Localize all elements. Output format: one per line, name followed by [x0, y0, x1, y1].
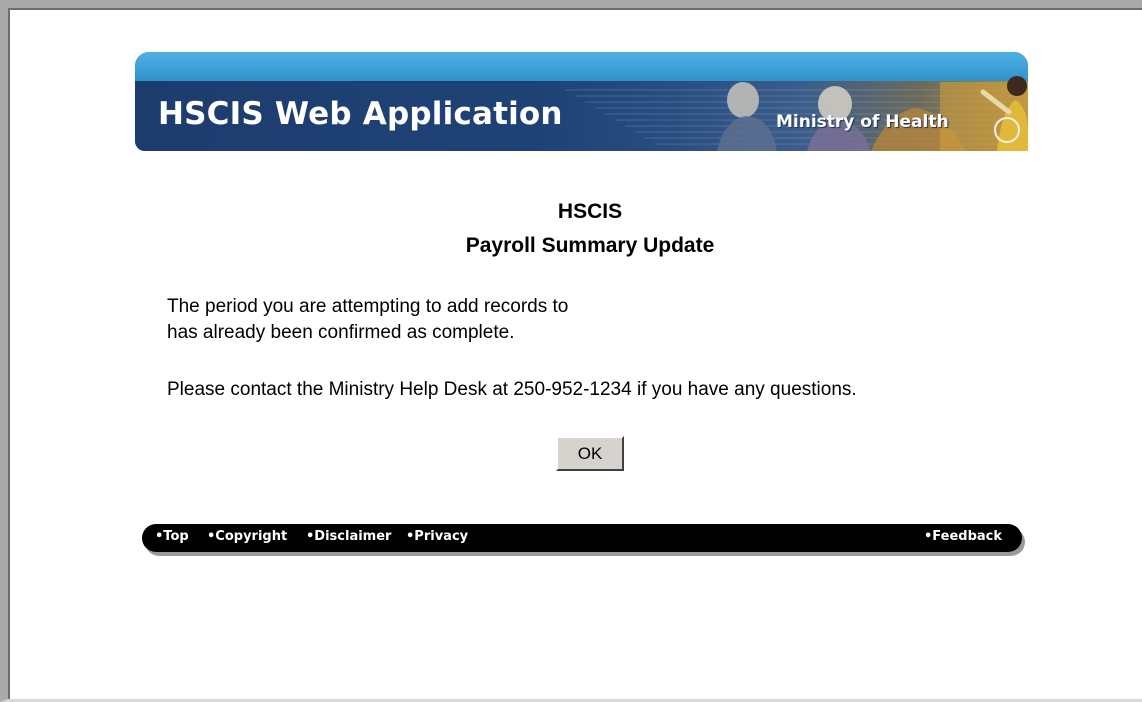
page-subtitle: Payroll Summary Update — [465, 234, 715, 257]
page-title: HSCIS — [557, 200, 623, 223]
footer-bar: •Top •Copyright •Disclaimer •Privacy •Fe… — [142, 524, 1022, 552]
message-line-1: The period you are attempting to add rec… — [167, 296, 569, 317]
help-desk-message: Please contact the Ministry Help Desk at… — [167, 379, 857, 400]
ministry-label: Ministry of Health — [776, 112, 949, 132]
app-title: HSCIS Web Application — [158, 96, 563, 132]
ok-button[interactable]: OK — [556, 436, 624, 471]
browser-viewport: HSCIS Web Application Ministry of Health… — [0, 0, 1142, 702]
footer-link-disclaimer[interactable]: •Disclaimer — [306, 529, 391, 544]
footer-link-copyright[interactable]: •Copyright — [207, 529, 287, 544]
message-line-2: has already been confirmed as complete. — [167, 322, 515, 343]
footer-link-top[interactable]: •Top — [155, 529, 189, 544]
footer-link-feedback[interactable]: •Feedback — [924, 529, 1002, 544]
footer-link-privacy[interactable]: •Privacy — [406, 529, 468, 544]
header-banner: HSCIS Web Application Ministry of Health — [135, 52, 1028, 151]
